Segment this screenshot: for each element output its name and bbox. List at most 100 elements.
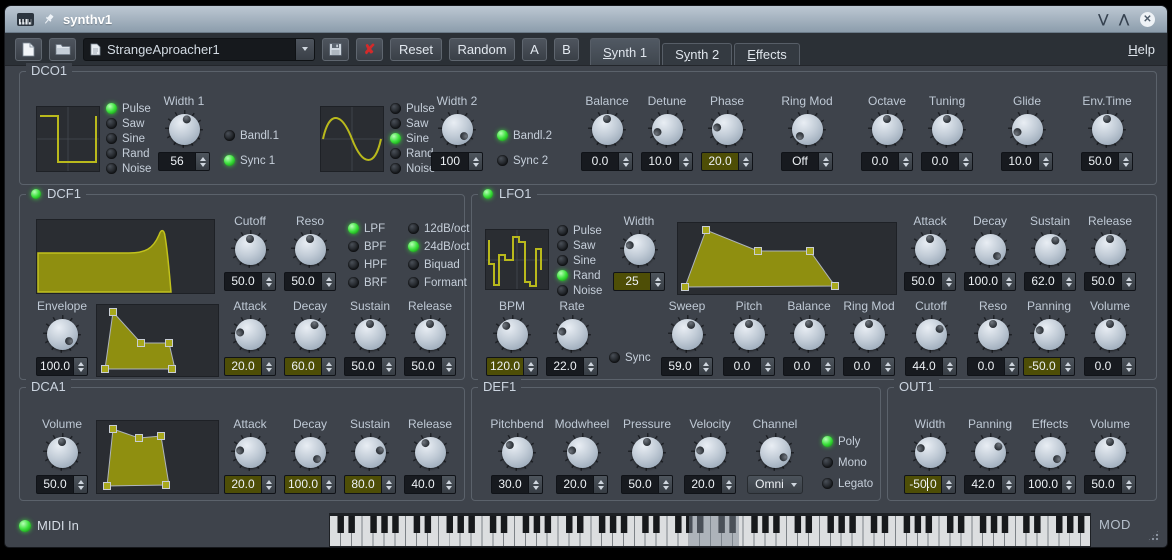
dco1-detune-spinbox[interactable]: 10.0 [641, 152, 693, 171]
random-button[interactable]: Random [449, 38, 515, 61]
lfo1-decay-knob[interactable] [971, 230, 1009, 268]
filter-curve-display[interactable] [36, 219, 215, 294]
osc2-shape-saw-radio[interactable]: Saw [390, 117, 428, 130]
titlebar[interactable]: synthv1 ⋁ ⋀ ✕ [5, 6, 1167, 33]
out1-effects-spinbox[interactable]: 100.0 [1024, 475, 1076, 494]
tab-effects[interactable]: Effects [734, 43, 800, 65]
dca1-envelope-display[interactable] [96, 420, 219, 494]
osc1-shape-pulse-radio[interactable]: Pulse [106, 102, 151, 115]
dcf1-slope-formant-radio[interactable]: Formant [408, 276, 467, 289]
lfo1-rate-spinbox[interactable]: 22.0 [546, 357, 598, 376]
dcf1-reso-knob[interactable] [291, 230, 329, 268]
lfo1-width-spinbox[interactable]: 25 [613, 272, 665, 291]
spin-arrows-icon[interactable] [650, 273, 664, 290]
spin-arrows-icon[interactable] [941, 476, 955, 493]
osc1-sync-toggle[interactable]: Sync 1 [224, 154, 275, 167]
resize-grip-icon[interactable] [1147, 529, 1160, 542]
lfo1-cutoff-knob[interactable] [912, 315, 950, 353]
spin-arrows-icon[interactable] [678, 153, 692, 170]
lfo1-shape-saw-radio[interactable]: Saw [557, 239, 595, 252]
dcf1-envelope-amount-spinbox[interactable]: 100.0 [36, 357, 88, 376]
dco1-octave-knob[interactable] [868, 110, 906, 148]
osc2-shape-sine-radio[interactable]: Sine [390, 132, 429, 145]
dco1-envtime-knob[interactable] [1088, 110, 1126, 148]
lfo1-sweep-spinbox[interactable]: 59.0 [661, 357, 713, 376]
osc1-wave-display[interactable] [36, 106, 100, 172]
lfo1-decay-spinbox[interactable]: 100.0 [964, 272, 1016, 291]
lfo1-rate-knob[interactable] [553, 315, 591, 353]
dcf1-cutoff-knob[interactable] [231, 230, 269, 268]
dco1-tuning-knob[interactable] [928, 110, 966, 148]
lfo1-ringmod-spinbox[interactable]: 0.0 [843, 357, 895, 376]
osc2-wave-display[interactable] [320, 106, 384, 172]
spin-arrows-icon[interactable] [441, 476, 455, 493]
spin-arrows-icon[interactable] [381, 358, 395, 375]
dco1-balance-knob[interactable] [588, 110, 626, 148]
out1-volume-spinbox[interactable]: 50.0 [1084, 475, 1136, 494]
out1-panning-spinbox[interactable]: 42.0 [964, 475, 1016, 494]
spin-arrows-icon[interactable] [820, 358, 834, 375]
dcf1-attack-spinbox[interactable]: 20.0 [224, 357, 276, 376]
dcf1-attack-knob[interactable] [231, 315, 269, 353]
dca1-decay-knob[interactable] [291, 433, 329, 471]
spin-arrows-icon[interactable] [818, 153, 832, 170]
tab-synth-1[interactable]: Synth 1 [590, 38, 660, 65]
lfo1-led[interactable] [483, 189, 493, 199]
lfo1-attack-spinbox[interactable]: 50.0 [904, 272, 956, 291]
spin-arrows-icon[interactable] [941, 273, 955, 290]
dco1-glide-knob[interactable] [1008, 110, 1046, 148]
dco1-phase-knob[interactable] [708, 110, 746, 148]
spin-arrows-icon[interactable] [942, 358, 956, 375]
osc1-shape-saw-radio[interactable]: Saw [106, 117, 144, 130]
spin-arrows-icon[interactable] [1001, 273, 1015, 290]
swap-a-button[interactable]: A [522, 38, 547, 61]
spin-arrows-icon[interactable] [1004, 358, 1018, 375]
dcf1-sustain-knob[interactable] [351, 315, 389, 353]
spin-arrows-icon[interactable] [468, 153, 482, 170]
dcf1-sustain-spinbox[interactable]: 50.0 [344, 357, 396, 376]
out1-effects-knob[interactable] [1031, 433, 1069, 471]
lfo1-release-spinbox[interactable]: 50.0 [1084, 272, 1136, 291]
def1-channel-combobox[interactable]: Omni [747, 475, 803, 494]
lfo1-bpm-spinbox[interactable]: 120.0 [486, 357, 538, 376]
spin-arrows-icon[interactable] [261, 273, 275, 290]
def1-keymode-legato-radio[interactable]: Legato [822, 477, 873, 490]
dcf1-led[interactable] [31, 189, 41, 199]
lfo1-shape-noise-radio[interactable]: Noise [557, 284, 602, 297]
preset-dropdown-arrow[interactable] [295, 39, 314, 60]
lfo1-volume-spinbox[interactable]: 0.0 [1084, 357, 1136, 376]
dco1-ringmod-knob[interactable] [788, 110, 826, 148]
dcf1-decay-spinbox[interactable]: 60.0 [284, 357, 336, 376]
out1-width-spinbox[interactable]: -50.0 [904, 475, 956, 494]
lfo1-shape-pulse-radio[interactable]: Pulse [557, 224, 602, 237]
lfo1-panning-spinbox[interactable]: -50.0 [1023, 357, 1075, 376]
dca1-release-knob[interactable] [411, 433, 449, 471]
lfo1-bpm-knob[interactable] [493, 315, 531, 353]
def1-channel-knob[interactable] [756, 433, 794, 471]
lfo1-width-knob[interactable] [620, 230, 658, 268]
dco1-balance-spinbox[interactable]: 0.0 [581, 152, 633, 171]
spin-arrows-icon[interactable] [1060, 358, 1074, 375]
osc1-bandlimit-toggle[interactable]: Bandl.1 [224, 129, 279, 142]
swap-b-button[interactable]: B [554, 38, 579, 61]
dcf1-release-knob[interactable] [411, 315, 449, 353]
close-icon[interactable]: ✕ [1140, 12, 1155, 27]
lfo1-release-knob[interactable] [1091, 230, 1129, 268]
dco1-envtime-spinbox[interactable]: 50.0 [1081, 152, 1133, 171]
spin-arrows-icon[interactable] [721, 476, 735, 493]
dca1-attack-knob[interactable] [231, 433, 269, 471]
spin-arrows-icon[interactable] [321, 273, 335, 290]
dco1-tuning-spinbox[interactable]: 0.0 [921, 152, 973, 171]
dca1-attack-spinbox[interactable]: 20.0 [224, 475, 276, 494]
lfo1-sustain-knob[interactable] [1031, 230, 1069, 268]
spin-arrows-icon[interactable] [73, 358, 87, 375]
def1-pitchbend-spinbox[interactable]: 30.0 [491, 475, 543, 494]
dcf1-type-hpf-radio[interactable]: HPF [348, 258, 387, 271]
osc2-bandlimit-toggle[interactable]: Bandl.2 [497, 129, 552, 142]
def1-pressure-spinbox[interactable]: 50.0 [621, 475, 673, 494]
def1-modwheel-knob[interactable] [563, 433, 601, 471]
def1-pressure-knob[interactable] [628, 433, 666, 471]
dcf1-slope-12dboct-radio[interactable]: 12dB/oct [408, 222, 469, 235]
piano-keyboard[interactable] [329, 513, 1091, 547]
spin-arrows-icon[interactable] [441, 358, 455, 375]
